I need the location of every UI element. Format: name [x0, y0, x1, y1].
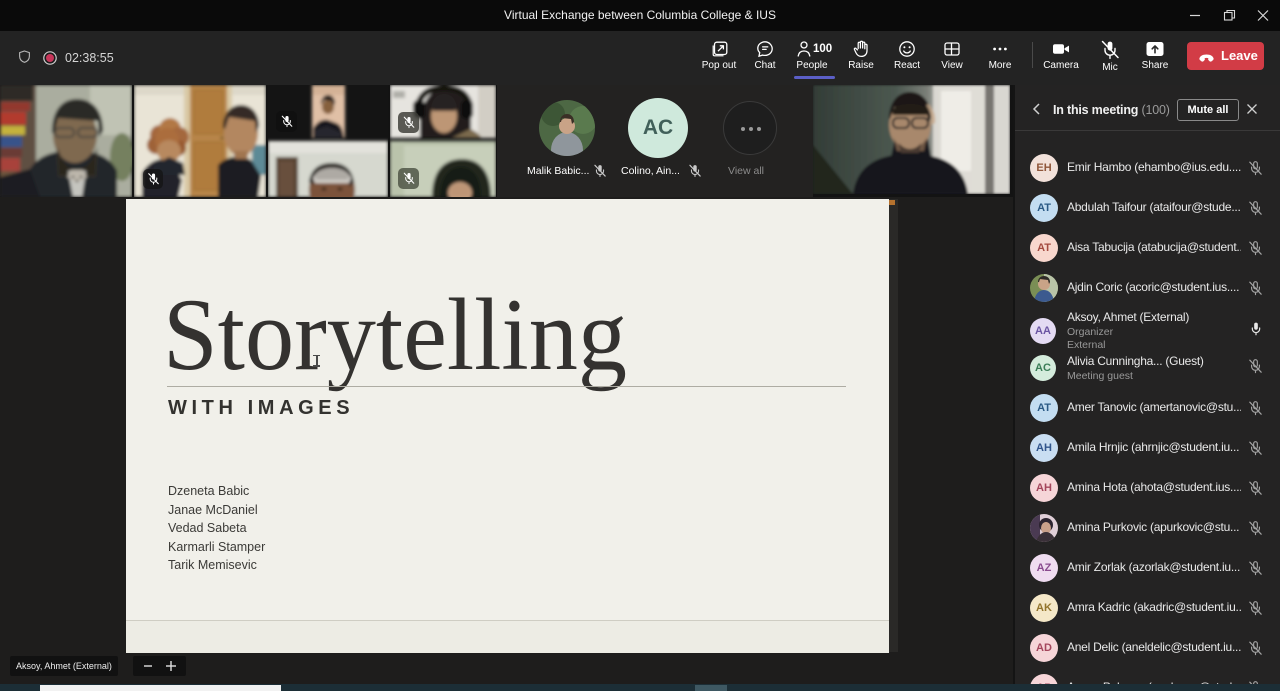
- svg-text:Storytelling: Storytelling: [163, 278, 627, 392]
